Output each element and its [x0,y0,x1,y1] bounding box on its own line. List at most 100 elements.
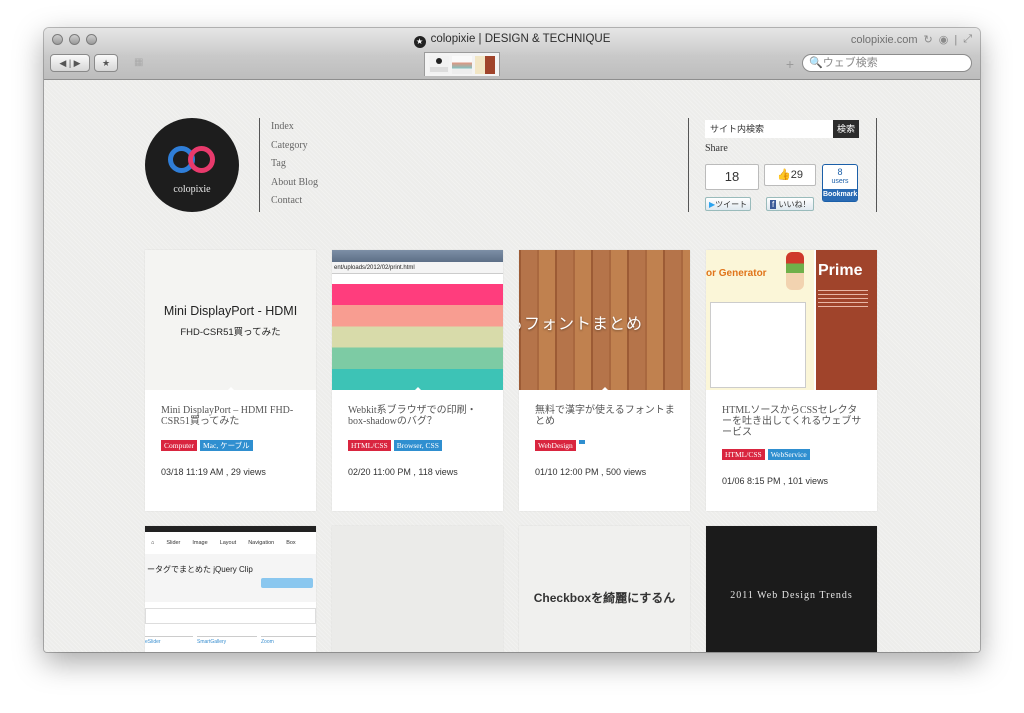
post-meta: 01/10 12:00 PM , 500 views [535,467,647,477]
back-forward-button[interactable]: ◀ | ▶ [50,54,90,72]
post-meta: 02/20 11:00 PM , 118 views [348,467,458,477]
browser-window: ★ colopixie | DESIGN & TECHNIQUE colopixi… [44,28,980,652]
thumb-notch [227,387,235,390]
category-tag[interactable]: HTML/CSS [722,449,765,460]
post-title[interactable]: Mini DisplayPort – HDMI FHD-CSR51買ってみた [161,405,303,427]
browser-titlebar: ★ colopixie | DESIGN & TECHNIQUE colopixi… [44,28,980,80]
thumb-nav: ⌂ Slider Image Layout Navigation Box [151,540,296,546]
thumb-prime-panel: Prime [816,250,877,390]
share-label: Share [705,143,728,154]
tweet-button[interactable]: ▶ツイート [705,197,752,211]
thumb-brand: Prime [818,262,863,279]
thumb-tab: SmartGallery [197,636,257,645]
post-card[interactable]: ent/uploads/2012/02/print.html Webkit系ブラ… [332,250,503,511]
post-tags: HTML/CSS WebService [722,449,810,460]
mascot-icon [786,252,804,290]
thumb-tab: Zoom [261,636,316,645]
post-title[interactable]: HTMLソースからCSSセレクターを吐き出してくれるウェブサービス [722,405,864,438]
category-tag[interactable]: HTML/CSS [348,440,391,451]
tag-label[interactable]: WebService [767,449,810,460]
thumb-text: るフォントまとめ [519,316,644,333]
thumb-topbar [145,526,316,532]
thumb-notch [414,387,422,390]
post-card[interactable]: or Generator Prime HTMLソースからCSSセレクターを吐き出… [706,250,877,511]
post-title[interactable]: Webkit系ブラウザでの印刷・box-shadowのバグ？ [348,405,490,427]
main-menu: Index Category Tag About Blog Contact [259,118,318,212]
new-tab-icon[interactable]: + [786,56,794,72]
thumb-tab: eSlider [145,636,193,645]
facebook-icon: f [770,200,777,209]
tab-thumb[interactable] [429,56,449,74]
thumb-textarea [710,302,806,388]
post-thumbnail[interactable]: ent/uploads/2012/02/print.html [332,250,503,390]
bookmark-button[interactable]: ★ [94,54,118,72]
thumb-browser-bar [332,250,503,262]
facebook-like-button[interactable]: f いいね！ [766,197,815,211]
tab-thumb[interactable] [452,56,472,74]
menu-item-contact[interactable]: Contact [271,192,318,211]
reload-icon[interactable]: ↻ [924,33,933,46]
post-title[interactable]: 無料で漢字が使えるフォントまとめ [535,405,677,427]
site-logo[interactable]: colopixie [145,118,239,212]
web-search-input[interactable]: 🔍ウェブ検索 [802,54,972,72]
menu-item-category[interactable]: Category [271,137,318,156]
site-search-input[interactable]: サイト内検索 [705,120,833,138]
post-card[interactable]: るフォントまとめ 無料で漢字が使えるフォントまとめ WebDesign 01/1… [519,250,690,511]
like-count: 👍29 [764,164,816,186]
thumb-nav-item: Slider [166,540,181,546]
logo-text: colopixie [173,184,211,195]
tab-thumb[interactable] [475,56,495,74]
nav-buttons: ◀ | ▶ ★ [50,54,118,72]
hatena-count: 8 [837,167,843,177]
thumb-url: ent/uploads/2012/02/print.html [332,262,503,274]
logo-circle-pink [188,146,215,173]
post-thumbnail[interactable] [332,526,503,652]
thumb-stripes [332,284,503,390]
post-thumbnail[interactable]: 2011 Web Design Trends [706,526,877,652]
hatena-bookmark-button[interactable]: 8 users Bookmark [822,164,858,202]
thumb-generator-panel: or Generator [706,250,814,390]
back-icon[interactable]: ◀ [59,58,66,69]
post-thumbnail[interactable]: るフォントまとめ [519,250,690,390]
post-card[interactable]: ⌂ Slider Image Layout Navigation Box ータグ… [145,526,316,652]
top-sites-icon[interactable]: ▦ [134,57,143,68]
forward-icon[interactable]: ▶ [74,58,81,69]
post-card[interactable]: 2011 Web Design Trends [706,526,877,652]
hatena-bookmark-label: Bookmark [823,189,857,201]
tag-marker [578,440,585,444]
search-icon: 🔍 [809,57,823,69]
thumb-generator-text: or Generator [706,268,767,279]
post-thumbnail[interactable]: or Generator Prime [706,250,877,390]
tag-label[interactable]: Mac, ケーブル [200,440,253,451]
sidebar-box: サイト内検索 検索 Share 18 👍29 ▶ツイート f いいね！ 8 us… [688,118,877,212]
post-tags: Computer Mac, ケーブル [161,440,253,451]
reader-icon[interactable]: ◉ [939,33,949,46]
menu-item-index[interactable]: Index [271,118,318,137]
thumb-button [261,578,313,588]
address-bar[interactable]: colopixie.com ↻ ◉ | ⤢ [851,33,972,46]
domain-text: colopixie.com [850,33,918,46]
post-card[interactable] [332,526,503,652]
thumb-nav-item: Navigation [248,540,275,546]
fullscreen-icon[interactable]: ⤢ [963,33,972,46]
post-card[interactable]: Checkboxを綺麗にするん [519,526,690,652]
category-tag[interactable]: Computer [161,440,197,451]
tab-thumbnails[interactable] [424,52,500,76]
thumb-hero: ータグでまとめた jQuery Clip [145,554,316,602]
menu-item-about[interactable]: About Blog [271,174,318,193]
category-tag[interactable]: WebDesign [535,440,576,451]
post-card[interactable]: Mini DisplayPort - HDMI FHD-CSR51買ってみた M… [145,250,316,511]
post-thumbnail[interactable]: ⌂ Slider Image Layout Navigation Box ータグ… [145,526,316,652]
site-search-button[interactable]: 検索 [833,120,859,138]
tag-label[interactable]: Browser, CSS [393,440,442,451]
thumb-nav-item: Layout [219,540,237,546]
thumb-notch [601,387,609,390]
thumb-subtitle: FHD-CSR51買ってみた [180,327,281,338]
tweet-count: 18 [705,164,759,190]
post-thumbnail[interactable]: Mini DisplayPort - HDMI FHD-CSR51買ってみた [145,250,316,390]
post-thumbnail[interactable]: Checkboxを綺麗にするん [519,526,690,652]
star-icon: ★ [101,57,111,68]
menu-item-tag[interactable]: Tag [271,155,318,174]
hatena-users-label: users [831,178,849,185]
divider-icon: | [954,33,958,46]
